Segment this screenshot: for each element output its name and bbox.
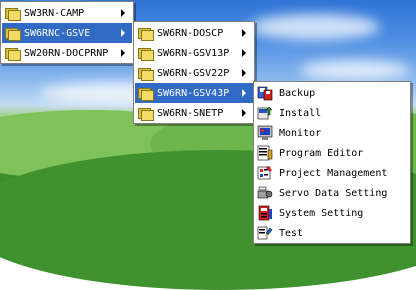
menu-item-label: Backup: [279, 87, 316, 99]
program-folder-icon: [138, 27, 154, 41]
test-icon: [257, 226, 273, 240]
servo-data-icon: [257, 186, 273, 199]
menu-item-label: SW6RN-GSV13P: [157, 47, 230, 59]
menu-item-system-setting[interactable]: System Setting: [255, 203, 409, 223]
menu-item-monitor[interactable]: Monitor: [255, 123, 409, 143]
menu-item-label: SW20RN-DOCPRNP: [24, 47, 109, 59]
menu-item-label: Program Editor: [279, 147, 364, 159]
menu-item-label: Test: [279, 227, 304, 239]
menu-item-sw6rn-gsv43p[interactable]: SW6RN-GSV43P: [135, 83, 253, 103]
menu-item-sw3rn-camp[interactable]: SW3RN-CAMP: [2, 3, 132, 23]
sw6rnc-gsve-submenu: SW6RN-DOSCP SW6RN-GSV13P SW6RN-GSV22P SW…: [133, 21, 255, 124]
menu-item-servo-data-setting[interactable]: Servo Data Setting: [255, 183, 409, 203]
menu-item-sw6rn-gsv22p[interactable]: SW6RN-GSV22P: [135, 63, 253, 83]
menu-item-label: Install: [279, 107, 322, 119]
menu-item-sw6rn-gsv13p[interactable]: SW6RN-GSV13P: [135, 43, 253, 63]
project-management-icon: [257, 166, 272, 180]
submenu-arrow-icon: [121, 29, 125, 37]
menu-item-label: Project Management: [279, 167, 388, 179]
submenu-arrow-icon: [121, 9, 125, 17]
menu-item-sw20rn-docprnp[interactable]: SW20RN-DOCPRNP: [2, 43, 132, 63]
menu-item-label: SW6RN-GSV22P: [157, 67, 230, 79]
menu-item-sw6rn-doscp[interactable]: SW6RN-DOSCP: [135, 23, 253, 43]
program-folder-icon: [5, 7, 21, 21]
menu-item-program-editor[interactable]: Program Editor: [255, 143, 409, 163]
menu-item-label: SW3RN-CAMP: [24, 7, 85, 19]
program-group-menu: SW3RN-CAMP SW6RNC-GSVE SW20RN-DOCPRNP: [0, 1, 134, 64]
menu-item-label: SW6RN-DOSCP: [157, 27, 224, 39]
submenu-arrow-icon: [121, 49, 125, 57]
menu-item-label: SW6RN-GSV43P: [157, 87, 230, 99]
backup-icon: [257, 86, 273, 101]
program-folder-icon: [5, 47, 21, 61]
program-folder-icon: [5, 27, 21, 41]
menu-item-install[interactable]: Install: [255, 103, 409, 123]
menu-item-label: SW6RN-SNETP: [157, 107, 224, 119]
program-editor-icon: [257, 145, 273, 161]
program-folder-icon: [138, 67, 154, 81]
menu-item-test[interactable]: Test: [255, 223, 409, 243]
program-folder-icon: [138, 87, 154, 101]
menu-item-label: Servo Data Setting: [279, 187, 388, 199]
menu-item-label: Monitor: [279, 127, 322, 139]
submenu-arrow-icon: [242, 49, 246, 57]
menu-item-backup[interactable]: Backup: [255, 83, 409, 103]
submenu-arrow-icon: [242, 69, 246, 77]
program-folder-icon: [138, 107, 154, 121]
menu-item-sw6rnc-gsve[interactable]: SW6RNC-GSVE: [2, 23, 132, 43]
install-icon: [257, 106, 273, 120]
menu-item-label: SW6RNC-GSVE: [24, 27, 91, 39]
monitor-icon: [257, 125, 273, 140]
menu-item-label: System Setting: [279, 207, 364, 219]
menu-item-project-management[interactable]: Project Management: [255, 163, 409, 183]
submenu-arrow-icon: [242, 89, 246, 97]
system-setting-icon: [258, 205, 272, 221]
submenu-arrow-icon: [242, 29, 246, 37]
sw6rn-gsv43p-submenu: Backup Install Monitor Program Editor Pr…: [253, 81, 411, 244]
submenu-arrow-icon: [242, 109, 246, 117]
program-folder-icon: [138, 47, 154, 61]
menu-item-sw6rn-snetp[interactable]: SW6RN-SNETP: [135, 103, 253, 123]
